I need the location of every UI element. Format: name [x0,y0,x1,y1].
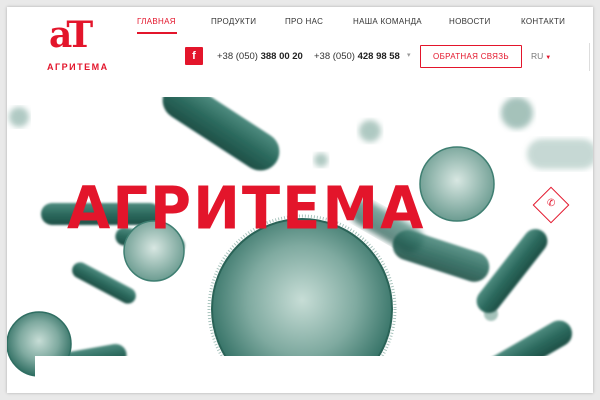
nav-item-products[interactable]: ПРОДУКТИ [211,17,256,26]
header-divider [589,43,590,71]
hero-bottom-band [35,356,593,393]
logo[interactable]: аТ АГРИТЕМА [43,17,123,77]
callback-button[interactable]: ОБРАТНАЯ СВЯЗЬ [420,45,522,68]
phone-1-prefix: +38 (050) [217,51,258,62]
browser-viewport: аТ АГРИТЕМА ГЛАВНАЯ ПРОДУКТИ ПРО НАС НАШ… [7,7,593,393]
phone-1[interactable]: +38 (050) 388 00 20 [217,51,303,62]
language-select[interactable]: RU ▼ [531,51,551,61]
main-nav: ГЛАВНАЯ ПРОДУКТИ ПРО НАС НАША КОМАНДА НО… [131,7,593,37]
nav-active-underline [137,32,177,34]
phone-2-number: 428 98 58 [357,51,400,62]
chevron-down-icon[interactable]: ▾ [407,51,411,59]
nav-item-about[interactable]: ПРО НАС [285,17,323,26]
nav-item-contacts[interactable]: КОНТАКТИ [521,17,565,26]
phone-2[interactable]: +38 (050) 428 98 58 [314,51,400,62]
caret-down-icon: ▼ [545,55,552,61]
phone-1-number: 388 00 20 [260,51,303,62]
nav-item-team[interactable]: НАША КОМАНДА [353,17,422,26]
logo-text: АГРИТЕМА [47,62,109,72]
language-label: RU [531,51,544,61]
logo-mark: аТ [49,14,93,56]
hero-title: АГРИТЕМА [67,174,426,244]
nav-item-home[interactable]: ГЛАВНАЯ [137,17,176,26]
phone-icon: ✆ [547,198,556,209]
phone-2-prefix: +38 (050) [314,51,355,62]
facebook-icon[interactable]: f [185,47,203,65]
site-header: аТ АГРИТЕМА ГЛАВНАЯ ПРОДУКТИ ПРО НАС НАШ… [7,7,593,97]
nav-item-news[interactable]: НОВОСТИ [449,17,491,26]
hero-section: АГРИТЕМА ✆ [7,79,593,393]
